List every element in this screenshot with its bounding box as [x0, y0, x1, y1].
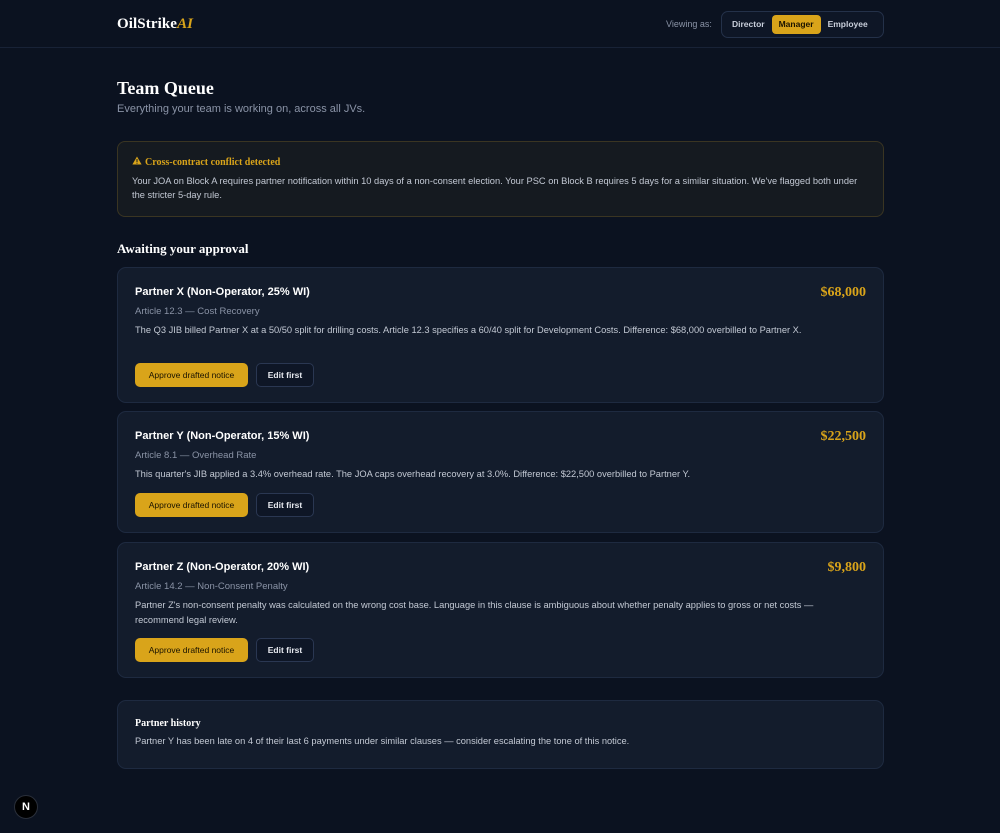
- edit-first-button[interactable]: Edit first: [256, 638, 314, 662]
- alert-body: Your JOA on Block A requires partner not…: [132, 176, 858, 200]
- card-article: Article 8.1 — Overhead Rate: [135, 450, 257, 461]
- alert-title: Cross-contract conflict detected: [132, 156, 869, 168]
- brand-ai: AI: [177, 16, 194, 32]
- card-amount: $68,000: [820, 285, 867, 300]
- conflict-alert: Cross-contract conflict detected Your JO…: [117, 141, 884, 217]
- approve-drafted-notice-button[interactable]: Approve drafted notice: [135, 363, 248, 387]
- card-article: Article 12.3 — Cost Recovery: [135, 306, 260, 317]
- brand-name: OilStrike: [117, 16, 178, 32]
- approval-card-partner-x: Partner X (Non-Operator, 25% WI) Article…: [117, 267, 884, 403]
- card-description: Partner Z's non-consent penalty was calc…: [135, 600, 814, 625]
- page-subtitle: Everything your team is working on, acro…: [117, 103, 366, 115]
- card-partner-name: Partner Z (Non-Operator, 20% WI): [135, 561, 310, 573]
- approve-drafted-notice-button[interactable]: Approve drafted notice: [135, 638, 248, 662]
- page-title: Team Queue: [117, 78, 214, 98]
- partner-history-title: Partner history: [135, 718, 201, 729]
- card-article: Article 14.2 — Non-Consent Penalty: [135, 581, 288, 592]
- card-amount: $9,800: [827, 560, 867, 575]
- brand-logo[interactable]: OilStrikeAI: [117, 16, 193, 33]
- edit-first-button[interactable]: Edit first: [256, 363, 314, 387]
- approve-drafted-notice-button[interactable]: Approve drafted notice: [135, 493, 248, 517]
- role-switcher: Director Manager Employee: [721, 11, 884, 38]
- viewing-as-label: Viewing as:: [666, 19, 712, 29]
- approval-card-partner-y: Partner Y (Non-Operator, 15% WI) Article…: [117, 411, 884, 533]
- card-description: This quarter's JIB applied a 3.4% overhe…: [135, 469, 691, 479]
- card-description: The Q3 JIB billed Partner X at a 50/50 s…: [135, 325, 802, 335]
- alert-title-text: Cross-contract conflict detected: [145, 156, 281, 168]
- nextjs-icon[interactable]: N: [14, 795, 38, 819]
- role-director-button[interactable]: Director: [725, 15, 772, 34]
- partner-history-panel: Partner history Partner Y has been late …: [117, 700, 884, 769]
- top-bar: OilStrikeAI Viewing as: Director Manager…: [0, 0, 1000, 48]
- role-manager-button[interactable]: Manager: [771, 15, 821, 34]
- warning-icon: [132, 156, 142, 168]
- card-partner-name: Partner Y (Non-Operator, 15% WI): [135, 430, 310, 442]
- approval-card-partner-z: Partner Z (Non-Operator, 20% WI) Article…: [117, 542, 884, 678]
- edit-first-button[interactable]: Edit first: [256, 493, 314, 517]
- card-amount: $22,500: [820, 429, 867, 444]
- role-employee-button[interactable]: Employee: [821, 15, 875, 34]
- awaiting-approval-heading: Awaiting your approval: [117, 241, 249, 256]
- card-partner-name: Partner X (Non-Operator, 25% WI): [135, 286, 310, 298]
- partner-history-body: Partner Y has been late on 4 of their la…: [135, 736, 630, 746]
